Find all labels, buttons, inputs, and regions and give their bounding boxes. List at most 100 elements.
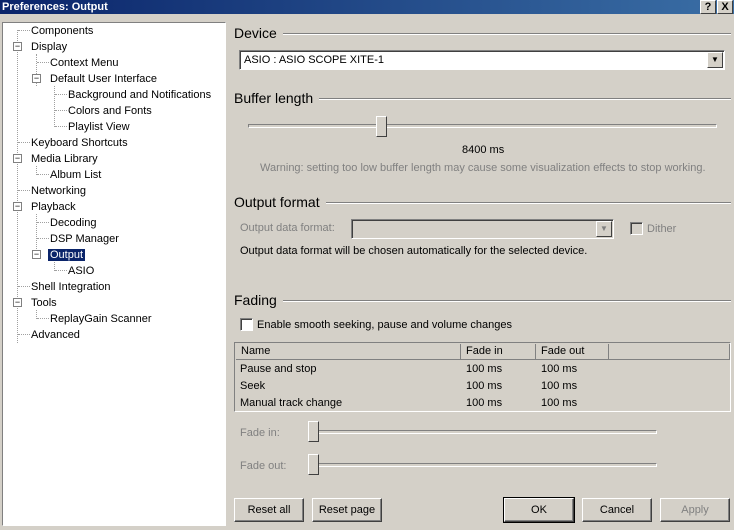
collapse-icon[interactable]: −: [32, 74, 41, 83]
tree-connector: [54, 86, 55, 127]
column-header-fade-in[interactable]: Fade in: [461, 344, 536, 360]
tree-item-tools[interactable]: Tools: [29, 295, 59, 311]
tree-item-label: Playback: [31, 201, 76, 213]
buffer-section-title: Buffer length: [234, 90, 320, 106]
tree-item-label: ReplayGain Scanner: [50, 313, 152, 325]
tree-item-advanced[interactable]: Advanced: [29, 327, 82, 343]
tree-item-playback[interactable]: Playback: [29, 199, 78, 215]
fade-in-slider-thumb[interactable]: [308, 421, 319, 442]
column-header-fade-out[interactable]: Fade out: [536, 344, 609, 360]
tree-item-label: Keyboard Shortcuts: [31, 137, 128, 149]
section-separator: [234, 300, 731, 302]
dither-checkbox[interactable]: [630, 222, 643, 235]
collapse-icon[interactable]: −: [13, 298, 22, 307]
fade-in-label: Fade in:: [240, 427, 280, 439]
chevron-down-icon[interactable]: ▼: [596, 221, 612, 237]
table-cell[interactable]: Pause and stop: [240, 361, 316, 378]
fading-section-title: Fading: [234, 292, 283, 308]
table-cell[interactable]: 100 ms: [541, 361, 577, 378]
tree-item-components[interactable]: Components: [29, 23, 95, 39]
buffer-warning: Warning: setting too low buffer length m…: [260, 162, 706, 174]
device-select[interactable]: ASIO : ASIO SCOPE XITE-1 ▼: [239, 50, 725, 70]
buffer-slider-thumb[interactable]: [376, 116, 387, 137]
apply-button[interactable]: Apply: [660, 498, 730, 522]
tree-item-label: Default User Interface: [50, 73, 157, 85]
fade-out-slider-thumb[interactable]: [308, 454, 319, 475]
ok-button[interactable]: OK: [503, 497, 575, 523]
tree-item-dsp-manager[interactable]: DSP Manager: [48, 231, 121, 247]
device-section-title: Device: [234, 25, 283, 41]
tree-item-networking[interactable]: Networking: [29, 183, 88, 199]
tree-item-shell-integration[interactable]: Shell Integration: [29, 279, 113, 295]
table-cell[interactable]: 100 ms: [466, 361, 502, 378]
tree-item-decoding[interactable]: Decoding: [48, 215, 98, 231]
tree-item-label: Playlist View: [68, 121, 130, 133]
table-cell[interactable]: Manual track change: [240, 395, 342, 412]
tree-item-label: Decoding: [50, 217, 97, 229]
fade-in-slider-track[interactable]: [310, 430, 657, 434]
tree-item-album-list[interactable]: Album List: [48, 167, 103, 183]
fade-table[interactable]: Name Fade in Fade out Pause and stop 100…: [234, 342, 731, 412]
collapse-icon[interactable]: −: [13, 42, 22, 51]
tree-item-label: Advanced: [31, 329, 80, 341]
buffer-value: 8400 ms: [462, 144, 505, 156]
fade-out-slider-track[interactable]: [310, 463, 657, 467]
cancel-button[interactable]: Cancel: [582, 498, 652, 522]
tree-item-label: Media Library: [31, 153, 98, 165]
collapse-icon[interactable]: −: [32, 250, 41, 259]
tree-item-label: DSP Manager: [50, 233, 119, 245]
title-bar: Preferences: Output: [0, 0, 734, 14]
output-format-section-title: Output format: [234, 194, 326, 210]
reset-page-button[interactable]: Reset page: [312, 498, 382, 522]
fade-out-label: Fade out:: [240, 460, 287, 472]
tree-item-display[interactable]: Display: [29, 39, 69, 55]
tree-item-label: Context Menu: [50, 57, 119, 69]
tree-item-background-and-notifications[interactable]: Background and Notifications: [66, 87, 213, 103]
tree-item-label: Components: [31, 25, 94, 37]
tree-item-replaygain-scanner[interactable]: ReplayGain Scanner: [48, 311, 154, 327]
tree-item-default-user-interface[interactable]: Default User Interface: [48, 71, 159, 87]
table-cell[interactable]: 100 ms: [466, 378, 502, 395]
tree-item-label: Album List: [50, 169, 102, 181]
reset-all-button[interactable]: Reset all: [234, 498, 304, 522]
table-cell[interactable]: Seek: [240, 378, 265, 395]
tree-item-keyboard-shortcuts[interactable]: Keyboard Shortcuts: [29, 135, 130, 151]
section-separator: [234, 33, 731, 35]
table-cell[interactable]: 100 ms: [541, 378, 577, 395]
tree-item-label: ASIO: [68, 265, 95, 277]
dither-label: Dither: [647, 223, 677, 235]
device-select-value: ASIO : ASIO SCOPE XITE-1: [244, 54, 384, 66]
output-data-format-select[interactable]: ▼: [351, 219, 614, 239]
close-button[interactable]: X: [717, 0, 733, 14]
tree-item-media-library[interactable]: Media Library: [29, 151, 100, 167]
tree-item-asio[interactable]: ASIO: [66, 263, 96, 279]
enable-smooth-checkbox[interactable]: [240, 318, 253, 331]
tree-item-label: Networking: [31, 185, 87, 197]
collapse-icon[interactable]: −: [13, 202, 22, 211]
column-header-empty: [609, 344, 730, 360]
tree-item-playlist-view[interactable]: Playlist View: [66, 119, 132, 135]
tree-item-label: Shell Integration: [31, 281, 111, 293]
table-cell[interactable]: 100 ms: [541, 395, 577, 412]
help-button[interactable]: ?: [700, 0, 716, 14]
chevron-down-icon[interactable]: ▼: [707, 52, 723, 68]
output-data-format-label: Output data format:: [240, 222, 335, 234]
table-cell[interactable]: 100 ms: [466, 395, 502, 412]
tree-item-colors-and-fonts[interactable]: Colors and Fonts: [66, 103, 154, 119]
tree-item-label: Tools: [31, 297, 57, 309]
window-title: Preferences: Output: [2, 1, 108, 13]
preferences-tree[interactable]: Components − Display Context Menu − Defa…: [2, 22, 226, 526]
tree-item-label: Colors and Fonts: [68, 105, 152, 117]
output-format-info: Output data format will be chosen automa…: [240, 245, 588, 257]
buffer-slider-track[interactable]: [248, 124, 717, 128]
tree-item-label: Background and Notifications: [68, 89, 212, 101]
tree-item-label: Display: [31, 41, 68, 53]
tree-item-label: Output: [48, 249, 86, 261]
enable-smooth-label: Enable smooth seeking, pause and volume …: [257, 319, 513, 331]
help-icon: ?: [704, 1, 712, 13]
tree-item-output[interactable]: Output: [48, 247, 86, 263]
column-header-name[interactable]: Name: [236, 344, 461, 360]
close-icon: X: [721, 1, 729, 13]
tree-item-context-menu[interactable]: Context Menu: [48, 55, 120, 71]
collapse-icon[interactable]: −: [13, 154, 22, 163]
